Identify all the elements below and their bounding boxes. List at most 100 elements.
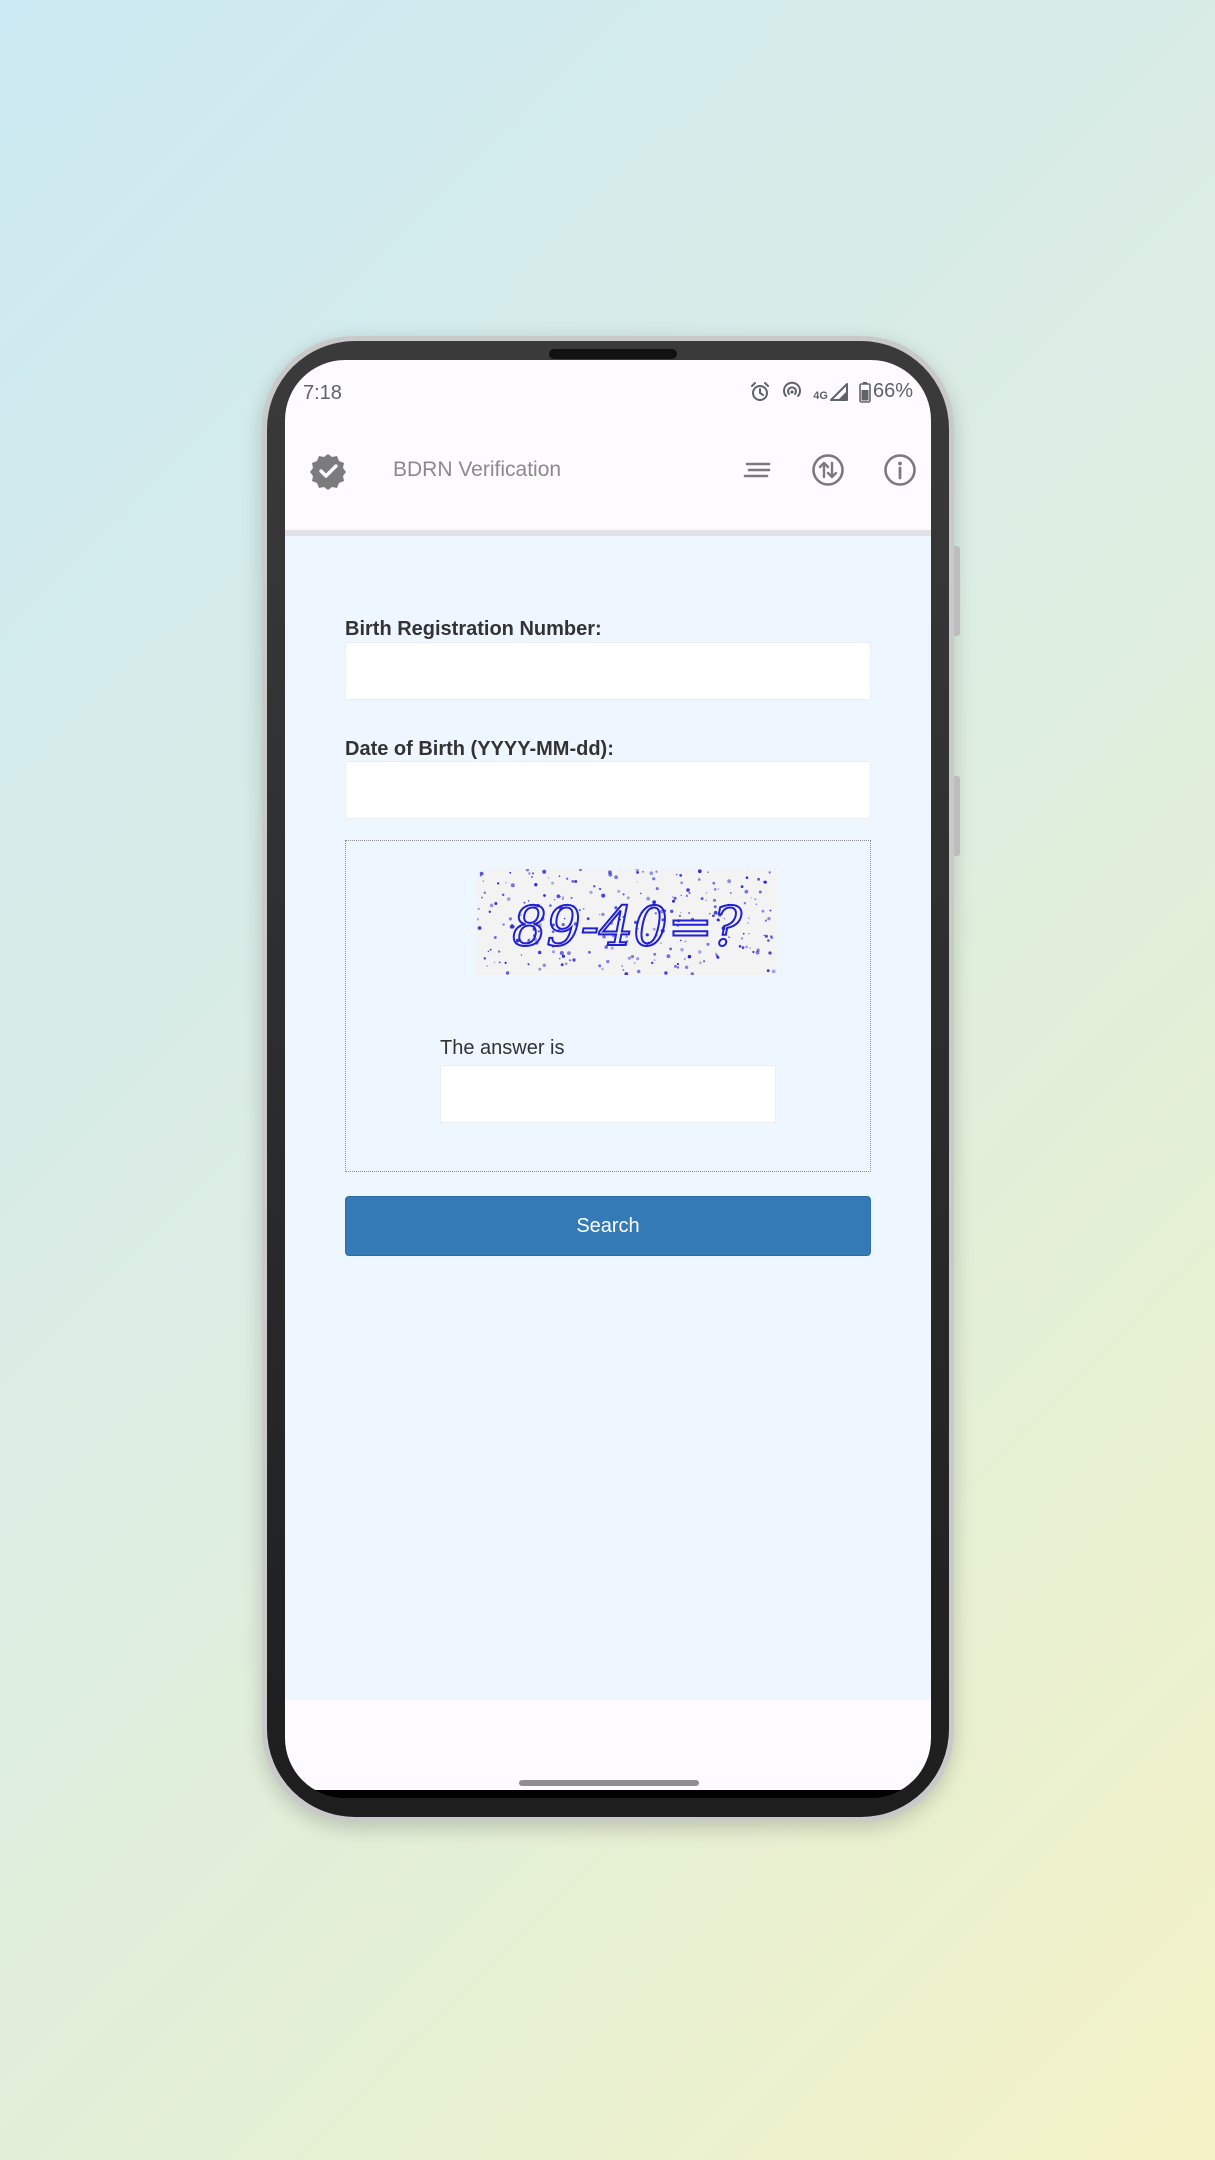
captcha-noise-dot (551, 881, 555, 885)
captcha-noise-dot (754, 898, 757, 901)
captcha-noise-dot (542, 869, 547, 874)
captcha-noise-dot (510, 883, 515, 888)
volume-button (954, 546, 960, 636)
captcha-noise-dot (758, 890, 762, 894)
captcha-noise-dot (767, 916, 771, 921)
captcha-noise-dot (755, 903, 757, 905)
signal-icon: 4G (813, 382, 849, 402)
captcha-noise-dot (651, 961, 654, 965)
captcha-noise-dot (622, 969, 625, 971)
captcha-noise-dot (534, 883, 538, 887)
captcha-noise-dot (542, 963, 546, 967)
captcha-noise-dot (493, 936, 497, 939)
captcha-noise-dot (532, 872, 534, 875)
verified-badge-icon (309, 452, 347, 490)
status-bar: 7:18 4G 66% (285, 360, 931, 430)
captcha-noise-dot (729, 892, 732, 894)
power-button (954, 776, 960, 856)
captcha-noise-dot (482, 880, 485, 882)
verification-form: Birth Registration Number: Date of Birth… (285, 536, 931, 1700)
captcha-noise-dot (676, 966, 680, 969)
captcha-noise-dot (579, 868, 582, 872)
captcha-noise-dot (608, 870, 612, 875)
captcha-noise-dot (560, 963, 564, 967)
captcha-noise-dot (476, 918, 479, 921)
captcha-noise-dot (744, 889, 749, 894)
captcha-box: 89-40=? The answer is (345, 840, 871, 1172)
captcha-noise-dot (528, 872, 531, 875)
captcha-noise-dot (649, 871, 654, 876)
captcha-noise-dot (752, 950, 755, 954)
phone-speaker (549, 349, 677, 359)
dob-input[interactable] (345, 761, 871, 819)
swap-icon[interactable] (808, 450, 848, 490)
captcha-noise-dot (502, 923, 505, 926)
screen: 7:18 4G 66% BDRN Verification Birth Regi… (285, 360, 931, 1798)
bottom-area (285, 1700, 931, 1790)
captcha-noise-dot (763, 934, 765, 937)
captcha-noise-dot (502, 893, 505, 896)
captcha-noise-dot (497, 950, 501, 953)
captcha-noise-dot (707, 871, 709, 873)
captcha-noise-dot (740, 885, 744, 888)
captcha-noise-dot (705, 892, 708, 894)
captcha-noise-dot (768, 951, 772, 955)
captcha-noise-dot (479, 871, 484, 876)
captcha-noise-dot (763, 880, 767, 884)
captcha-noise-dot (674, 964, 677, 968)
captcha-noise-dot (489, 948, 492, 951)
captcha-noise-dot (504, 961, 507, 964)
dob-label: Date of Birth (YYYY-MM-dd): (345, 738, 614, 760)
captcha-image: 89-40=? (476, 867, 777, 976)
captcha-noise-dot (569, 959, 571, 962)
captcha-noise-dot (747, 922, 749, 924)
captcha-answer-input[interactable] (440, 1065, 776, 1123)
captcha-noise-dot (677, 963, 679, 966)
captcha-noise-dot (684, 965, 689, 969)
captcha-noise-dot (488, 910, 491, 913)
captcha-noise-dot (764, 934, 768, 938)
captcha-noise-dot (477, 907, 480, 910)
captcha-noise-dot (483, 957, 486, 960)
captcha-noise-dot (525, 868, 530, 872)
captcha-noise-dot (697, 878, 701, 881)
captcha-noise-dot (699, 961, 702, 965)
captcha-noise-dot (741, 946, 745, 949)
captcha-noise-dot (653, 959, 656, 962)
search-button[interactable]: Search (345, 1196, 871, 1256)
captcha-noise-dot (574, 880, 578, 883)
captcha-noise-dot (768, 871, 771, 874)
menu-lines-icon[interactable] (737, 450, 777, 490)
captcha-noise-dot (593, 885, 596, 888)
captcha-noise-dot (636, 871, 639, 874)
captcha-noise-dot (742, 932, 745, 935)
captcha-noise-dot (633, 962, 636, 964)
captcha-noise-dot (755, 950, 760, 955)
alarm-icon (749, 381, 771, 403)
info-icon[interactable] (880, 450, 920, 490)
battery-icon: 66% (859, 380, 913, 403)
captcha-noise-dot (531, 876, 533, 878)
captcha-noise-dot (655, 870, 658, 873)
captcha-noise-dot (477, 926, 482, 930)
hotspot-icon (781, 381, 803, 403)
captcha-noise-dot (497, 882, 500, 885)
captcha-noise-dot (757, 877, 760, 881)
captcha-noise-dot (766, 969, 770, 973)
navigation-bar (285, 1790, 931, 1798)
brn-input[interactable] (345, 642, 871, 700)
captcha-noise-dot (680, 881, 684, 885)
captcha-answer-label: The answer is (440, 1037, 565, 1059)
captcha-noise-dot (769, 909, 772, 912)
captcha-noise-dot (642, 870, 644, 873)
captcha-noise-dot (527, 963, 530, 966)
captcha-noise-dot (598, 887, 602, 891)
captcha-noise-dot (494, 902, 498, 905)
captcha-noise-dot (767, 939, 770, 942)
captcha-noise-dot (509, 871, 512, 874)
captcha-noise-dot (589, 890, 593, 894)
captcha-noise-dot (598, 964, 602, 968)
captcha-noise-dot (489, 903, 494, 908)
home-indicator[interactable] (519, 1780, 699, 1786)
captcha-noise-dot (505, 882, 507, 884)
